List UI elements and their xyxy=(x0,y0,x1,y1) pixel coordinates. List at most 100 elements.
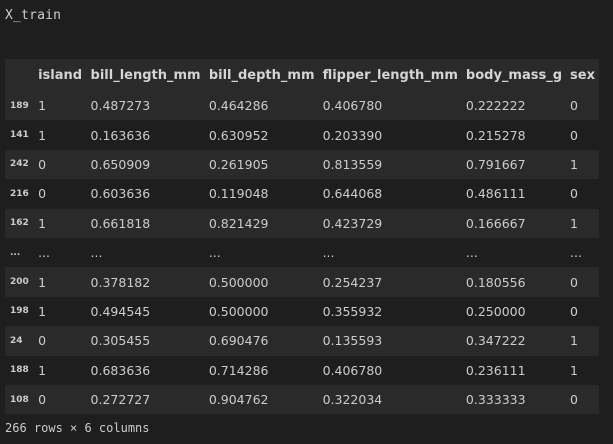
cell-bill-length: ... xyxy=(90,245,103,261)
cell-sex: 1 xyxy=(570,362,578,378)
cell-sex: ... xyxy=(570,245,582,261)
cell-island: 0 xyxy=(38,186,47,202)
cell-island: 1 xyxy=(38,127,47,143)
row-index: 216 xyxy=(10,188,29,199)
row-index: 189 xyxy=(10,100,29,111)
table-row: 188 1 0.683636 0.714286 0.406780 0.23611… xyxy=(5,355,599,385)
cell-flipper-length: 0.254237 xyxy=(322,274,383,290)
dataframe-table: island bill_length_mm bill_depth_mm flip… xyxy=(5,59,599,415)
cell-bill-length: 0.603636 xyxy=(90,186,151,202)
dataframe-table-container: island bill_length_mm bill_depth_mm flip… xyxy=(5,59,599,415)
column-header-sex: sex xyxy=(570,67,595,83)
cell-bill-depth: 0.261905 xyxy=(208,156,269,172)
cell-flipper-length: 0.406780 xyxy=(322,98,383,114)
cell-flipper-length: 0.644068 xyxy=(322,186,383,202)
cell-body-mass: 0.166667 xyxy=(465,215,526,231)
cell-body-mass: 0.333333 xyxy=(465,392,526,408)
cell-bill-length: 0.487273 xyxy=(90,98,151,114)
cell-sex: 0 xyxy=(570,303,578,319)
table-row-ellipsis: ... ... ... ... ... ... ... xyxy=(5,237,599,268)
cell-sex: 1 xyxy=(570,215,578,231)
table-row: 108 0 0.272727 0.904762 0.322034 0.33333… xyxy=(5,384,599,415)
table-row: 198 1 0.494545 0.500000 0.355932 0.25000… xyxy=(5,296,599,327)
cell-island: 1 xyxy=(38,274,47,290)
row-index: 188 xyxy=(10,365,29,376)
cell-body-mass: 0.236111 xyxy=(465,362,526,378)
cell-island: 1 xyxy=(38,215,47,231)
table-row: 141 1 0.163636 0.630952 0.203390 0.21527… xyxy=(5,120,599,150)
cell-sex: 0 xyxy=(570,98,578,114)
cell-flipper-length: 0.813559 xyxy=(322,156,383,172)
cell-bill-length: 0.163636 xyxy=(90,127,151,143)
cell-bill-length: 0.305455 xyxy=(90,333,151,349)
table-row: 242 0 0.650909 0.261905 0.813559 0.79166… xyxy=(5,149,599,180)
cell-body-mass: 0.222222 xyxy=(465,98,526,114)
cell-body-mass: 0.215278 xyxy=(465,127,526,143)
cell-body-mass: 0.791667 xyxy=(465,156,526,172)
cell-sex: 1 xyxy=(570,333,578,349)
cell-bill-length: 0.683636 xyxy=(90,362,151,378)
cell-island: ... xyxy=(38,245,50,261)
cell-bill-depth: 0.904762 xyxy=(208,392,269,408)
cell-sex: 0 xyxy=(570,186,578,202)
row-index: 162 xyxy=(10,218,29,229)
cell-flipper-length: ... xyxy=(322,245,335,261)
cell-flipper-length: 0.355932 xyxy=(322,303,383,319)
cell-bill-depth: 0.500000 xyxy=(208,303,269,319)
row-index: 24 xyxy=(10,335,23,346)
column-header-island: island xyxy=(38,67,83,83)
cell-bill-length: 0.494545 xyxy=(90,303,151,319)
cell-bill-depth: 0.500000 xyxy=(208,274,269,290)
column-header-body-mass: body_mass_g xyxy=(465,67,563,83)
cell-island: 1 xyxy=(38,362,47,378)
cell-bill-length: 0.272727 xyxy=(90,392,151,408)
cell-sex: 0 xyxy=(570,127,578,143)
table-row: 200 1 0.378182 0.500000 0.254237 0.18055… xyxy=(5,267,599,297)
cell-flipper-length: 0.203390 xyxy=(322,127,383,143)
row-index: 200 xyxy=(10,277,29,288)
cell-bill-depth: 0.119048 xyxy=(208,186,269,202)
cell-body-mass: 0.486111 xyxy=(465,186,526,202)
cell-island: 0 xyxy=(38,392,47,408)
cell-body-mass: ... xyxy=(465,245,478,261)
cell-sex: 0 xyxy=(570,274,578,290)
column-header-bill-depth: bill_depth_mm xyxy=(208,67,315,83)
cell-flipper-length: 0.406780 xyxy=(322,362,383,378)
cell-bill-length: 0.378182 xyxy=(90,274,151,290)
column-header-bill-length: bill_length_mm xyxy=(90,67,201,83)
cell-sex: 1 xyxy=(570,156,578,172)
cell-bill-length: 0.661818 xyxy=(90,215,151,231)
table-row: 216 0 0.603636 0.119048 0.644068 0.48611… xyxy=(5,179,599,209)
cell-body-mass: 0.180556 xyxy=(465,274,526,290)
cell-bill-depth: 0.821429 xyxy=(208,215,269,231)
cell-body-mass: 0.250000 xyxy=(465,303,526,319)
cell-island: 1 xyxy=(38,303,47,319)
row-index: 108 xyxy=(10,394,29,405)
cell-island: 1 xyxy=(38,98,47,114)
cell-flipper-length: 0.423729 xyxy=(322,215,383,231)
cell-bill-length: 0.650909 xyxy=(90,156,151,172)
cell-bill-depth: 0.464286 xyxy=(208,98,269,114)
cell-bill-depth: 0.690476 xyxy=(208,333,269,349)
dataframe-shape-summary: 266 rows × 6 columns xyxy=(5,421,150,435)
cell-flipper-length: 0.135593 xyxy=(322,333,383,349)
table-body: 189 1 0.487273 0.464286 0.406780 0.22222… xyxy=(5,91,599,415)
row-index: 141 xyxy=(10,130,29,141)
column-header-flipper-length: flipper_length_mm xyxy=(322,67,458,83)
cell-bill-depth: 0.630952 xyxy=(208,127,269,143)
row-index: 242 xyxy=(10,159,29,170)
cell-bill-depth: 0.714286 xyxy=(208,362,269,378)
cell-output-label: X_train xyxy=(5,8,62,23)
cell-island: 0 xyxy=(38,156,47,172)
index-header xyxy=(5,59,34,91)
table-row: 189 1 0.487273 0.464286 0.406780 0.22222… xyxy=(5,91,599,121)
row-index: 198 xyxy=(10,306,29,317)
cell-bill-depth: ... xyxy=(208,245,221,261)
table-row: 162 1 0.661818 0.821429 0.423729 0.16666… xyxy=(5,208,599,238)
cell-sex: 0 xyxy=(570,392,578,408)
cell-flipper-length: 0.322034 xyxy=(322,392,383,408)
table-row: 24 0 0.305455 0.690476 0.135593 0.347222… xyxy=(5,326,599,356)
row-index: ... xyxy=(10,247,21,258)
cell-body-mass: 0.347222 xyxy=(465,333,526,349)
cell-island: 0 xyxy=(38,333,47,349)
